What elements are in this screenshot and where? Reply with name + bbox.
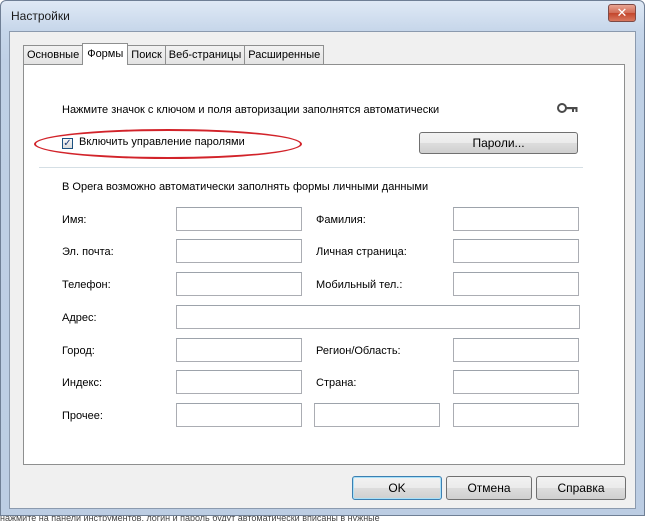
- last-name-label: Фамилия:: [316, 214, 366, 226]
- other-field-1[interactable]: [176, 403, 302, 427]
- email-field[interactable]: [176, 239, 302, 263]
- other-field-3[interactable]: [453, 403, 579, 427]
- tab-forms[interactable]: Формы: [82, 43, 129, 65]
- tab-general[interactable]: Основные: [23, 45, 84, 64]
- city-field[interactable]: [176, 338, 302, 362]
- address-label: Адрес:: [62, 312, 97, 324]
- close-button[interactable]: ✕: [608, 4, 636, 22]
- zip-label: Индекс:: [62, 377, 103, 389]
- tab-strip: Основные Формы Поиск Веб-страницы Расшир…: [23, 43, 325, 65]
- region-field[interactable]: [453, 338, 579, 362]
- phone-field[interactable]: [176, 272, 302, 296]
- cancel-button-label: Отмена: [467, 481, 511, 495]
- last-name-field[interactable]: [453, 207, 579, 231]
- tab-webpages[interactable]: Веб-страницы: [164, 45, 246, 64]
- dialog-client-area: Основные Формы Поиск Веб-страницы Расшир…: [9, 31, 636, 509]
- first-name-label: Имя:: [62, 214, 87, 226]
- ok-button-label: OK: [388, 481, 406, 495]
- tab-advanced[interactable]: Расширенные: [244, 45, 325, 64]
- window-title: Настройки: [11, 9, 70, 23]
- first-name-field[interactable]: [176, 207, 302, 231]
- homepage-label: Личная страница:: [316, 246, 407, 258]
- cancel-button[interactable]: Отмена: [446, 476, 532, 500]
- enable-passwords-label[interactable]: Включить управление паролями: [79, 136, 245, 148]
- autofill-hint: Нажмите значок с ключом и поля авторизац…: [62, 104, 440, 116]
- enable-passwords-checkbox[interactable]: ✓: [62, 138, 73, 149]
- email-label: Эл. почта:: [62, 246, 114, 258]
- region-label: Регион/Область:: [316, 345, 401, 357]
- passwords-button-label: Пароли...: [472, 136, 525, 150]
- city-label: Город:: [62, 345, 95, 357]
- ok-button[interactable]: OK: [352, 476, 442, 500]
- zip-field[interactable]: [176, 370, 302, 394]
- country-label: Страна:: [316, 377, 357, 389]
- passwords-button[interactable]: Пароли...: [419, 132, 578, 154]
- background-caption: нажмите на панели инструментов, логин и …: [0, 516, 380, 521]
- address-field[interactable]: [176, 305, 580, 329]
- settings-dialog: Настройки ✕ Основные Формы Поиск Веб-стр…: [0, 0, 645, 516]
- phone-label: Телефон:: [62, 279, 111, 291]
- homepage-field[interactable]: [453, 239, 579, 263]
- close-icon: ✕: [616, 5, 628, 20]
- personal-info-intro: В Opera возможно автоматически заполнять…: [62, 181, 429, 193]
- help-button-label: Справка: [557, 481, 605, 495]
- other-field-2[interactable]: [314, 403, 440, 427]
- mobile-field[interactable]: [453, 272, 579, 296]
- mobile-label: Мобильный тел.:: [316, 279, 403, 291]
- other-label: Прочее:: [62, 410, 103, 422]
- country-field[interactable]: [453, 370, 579, 394]
- tab-search[interactable]: Поиск: [127, 45, 166, 64]
- title-bar: Настройки ✕: [1, 1, 644, 31]
- separator: [39, 167, 583, 168]
- help-button[interactable]: Справка: [536, 476, 626, 500]
- key-icon[interactable]: [557, 102, 579, 114]
